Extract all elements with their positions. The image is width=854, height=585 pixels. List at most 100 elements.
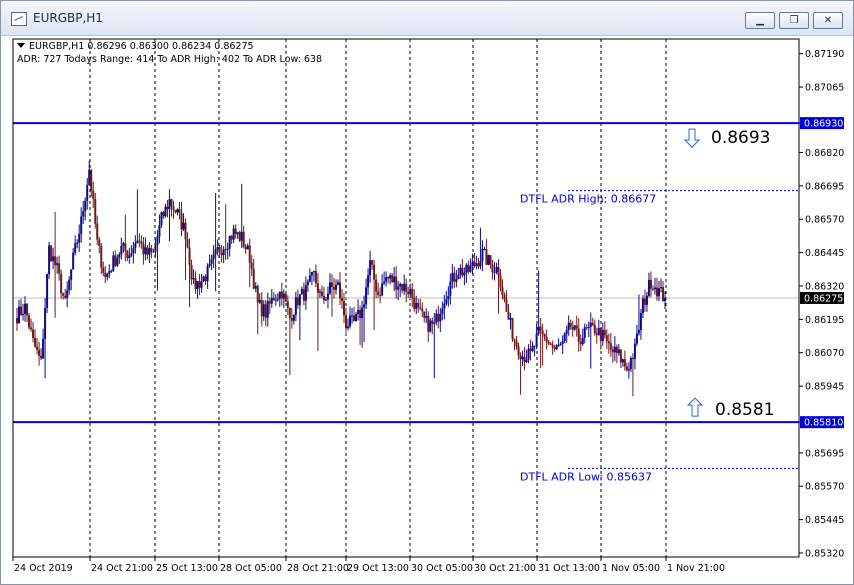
- y-tick-label: 0.85945: [805, 382, 844, 393]
- title-bar[interactable]: EURGBP,H1 ▁ ❐ ✕: [1, 1, 853, 36]
- candle-bull: [613, 346, 616, 353]
- candle-bull: [581, 337, 584, 345]
- candle-bull: [206, 265, 209, 282]
- candle-bull: [310, 272, 313, 276]
- candle-bear: [238, 232, 241, 241]
- candle-bear: [198, 281, 201, 288]
- minimize-button[interactable]: ▁: [745, 12, 775, 29]
- candle-bull: [573, 325, 576, 330]
- candle-bear: [58, 263, 61, 274]
- candle-bull: [232, 228, 235, 240]
- candle-bear: [377, 291, 380, 295]
- candle-bear: [619, 349, 622, 363]
- candle-bear: [387, 276, 390, 279]
- candle-bull: [449, 281, 452, 296]
- chart-window: EURGBP,H1 ▁ ❐ ✕ 0.87190 0.87065 0.86820 0.8…: [0, 0, 854, 585]
- candle-bear: [96, 223, 99, 240]
- candle-bear: [599, 327, 602, 342]
- candle-bull: [587, 326, 590, 329]
- price-chart[interactable]: 0.87190 0.87065 0.86820 0.86695 0.86570 0.864…: [11, 37, 851, 579]
- candle-bull: [347, 326, 350, 329]
- candle-bull: [409, 288, 412, 295]
- candle-bull: [270, 297, 273, 304]
- candle-bear: [16, 318, 18, 324]
- candle-bear: [188, 247, 191, 265]
- candle-bull: [84, 200, 87, 212]
- candle-bull: [226, 248, 229, 251]
- candle-bull: [369, 260, 372, 276]
- candle-bull: [443, 303, 446, 309]
- candle-bear: [90, 169, 93, 191]
- candle-bull: [383, 281, 386, 284]
- candle-bull: [487, 255, 490, 265]
- candle-bear: [401, 283, 404, 291]
- candle-bull: [72, 252, 75, 270]
- candle-bull: [535, 333, 538, 346]
- candle-bull: [130, 253, 133, 256]
- candle-bull: [351, 315, 354, 317]
- candle-bull: [304, 285, 307, 301]
- candle-bull: [385, 276, 388, 282]
- candle-bull: [266, 301, 269, 318]
- candle-bull: [659, 287, 662, 289]
- x-tick-label: 30 Oct 21:00: [474, 563, 536, 574]
- candle-bear: [545, 336, 548, 342]
- candle-bull: [164, 206, 167, 217]
- chart-area[interactable]: 0.87190 0.87065 0.86820 0.86695 0.86570 0.864…: [11, 37, 851, 579]
- y-tick-label: 0.87065: [805, 83, 844, 94]
- candle-bull: [425, 316, 428, 318]
- candle-bear: [204, 276, 207, 282]
- candle-bull: [537, 326, 540, 334]
- candle-bull: [70, 269, 73, 280]
- candle-bear: [174, 209, 177, 213]
- candle-bull: [381, 283, 384, 296]
- candle-bear: [651, 288, 654, 290]
- candle-bear: [611, 349, 614, 353]
- candle-bull: [144, 247, 147, 255]
- candle-bull: [192, 278, 195, 280]
- candle-bear: [100, 245, 103, 268]
- candle-bear: [341, 297, 344, 302]
- candle-bull: [214, 249, 217, 255]
- candle-bull: [403, 283, 406, 291]
- candle-bull: [459, 267, 462, 275]
- candle-bear: [114, 255, 117, 266]
- candle-bear: [40, 355, 43, 359]
- candle-bear: [585, 327, 588, 329]
- candle-bull: [657, 288, 660, 297]
- candle-bear: [549, 343, 552, 345]
- candle-bear: [507, 311, 510, 320]
- candle-bear: [138, 240, 141, 242]
- candle-bull: [336, 282, 339, 285]
- candle-bull: [429, 320, 432, 332]
- candle-bear: [595, 333, 598, 335]
- candle-bear: [30, 327, 33, 330]
- candle-bear: [413, 297, 416, 309]
- candle-bear: [102, 267, 105, 273]
- candle-bear: [345, 315, 348, 329]
- candle-bear: [421, 308, 424, 312]
- candle-bull: [653, 287, 656, 290]
- candle-bear: [499, 275, 502, 288]
- candle-bear: [286, 301, 289, 308]
- candle-bear: [631, 357, 634, 360]
- candle-bull: [202, 276, 205, 282]
- candle-bull: [363, 304, 366, 308]
- candle-bull: [559, 343, 562, 345]
- candle-bull: [565, 329, 568, 334]
- restore-button[interactable]: ❐: [779, 12, 809, 29]
- candle-bear: [497, 266, 500, 276]
- candle-bull: [583, 327, 586, 338]
- price-axis: 0.87190 0.87065 0.86820 0.86695 0.86570 0.864…: [799, 49, 844, 559]
- candle-bear: [220, 252, 223, 256]
- close-button[interactable]: ✕: [813, 12, 843, 29]
- candle-bull: [300, 289, 303, 295]
- candle-bull: [324, 299, 327, 301]
- y-tick-label: 0.85570: [805, 482, 844, 493]
- window-title: EURGBP,H1: [33, 11, 103, 25]
- candle-bull: [18, 306, 21, 324]
- candle-bull: [66, 290, 69, 298]
- candle-bear: [162, 212, 165, 217]
- candle-bull: [212, 254, 215, 260]
- candle-bear: [405, 283, 408, 293]
